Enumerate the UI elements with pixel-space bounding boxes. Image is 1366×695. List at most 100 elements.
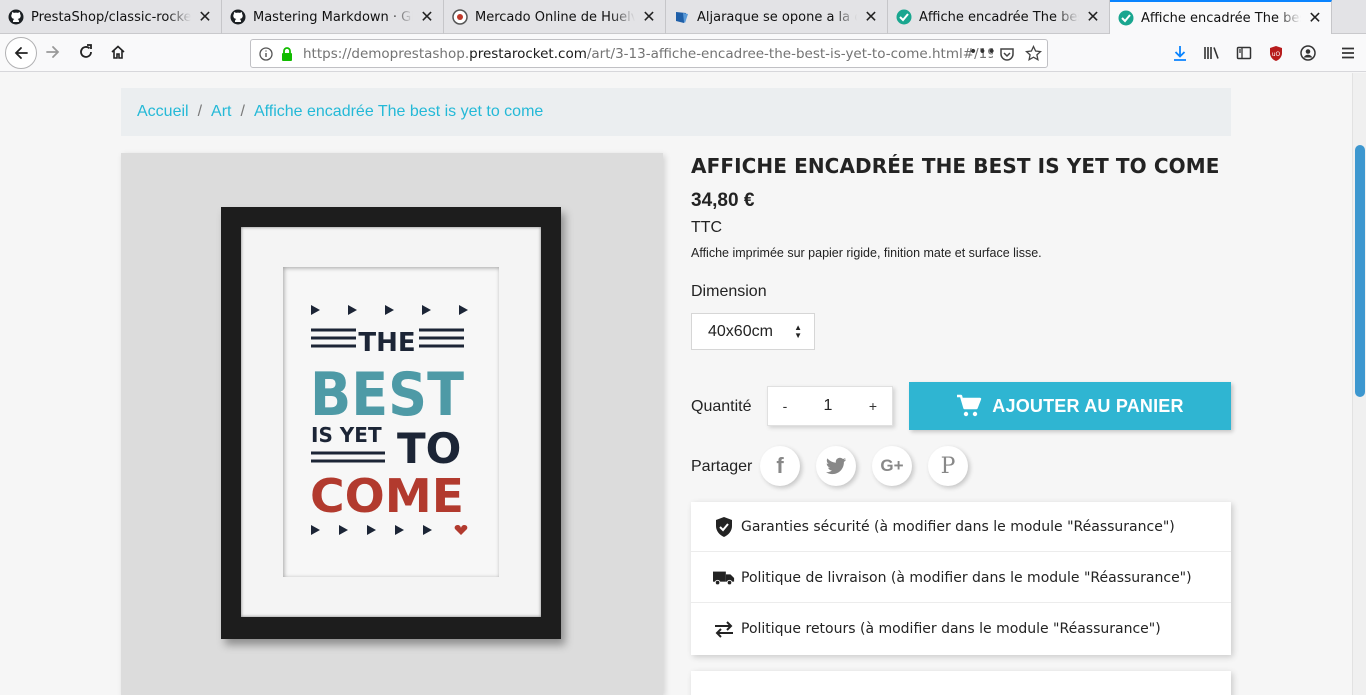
reload-icon	[80, 44, 92, 58]
facebook-share-button[interactable]: f	[760, 446, 800, 486]
info-icon[interactable]	[259, 47, 273, 61]
prestarocket-icon	[896, 9, 912, 25]
breadcrumb-link-home[interactable]: Accueil	[137, 103, 189, 121]
poster-graphic: THE BEST IS YET TO COME	[310, 305, 468, 535]
product-image[interactable]: THE BEST IS YET TO COME	[121, 153, 663, 695]
poster-artwork: THE BEST IS YET TO COME	[283, 267, 499, 577]
arrow-right-icon	[46, 46, 60, 58]
browser-tab[interactable]: Affiche encadrée The best ✕	[888, 0, 1110, 34]
quantity-stepper: - 1 +	[767, 386, 893, 426]
google-plus-share-button[interactable]: G+	[872, 446, 912, 486]
product-tabs-block	[691, 671, 1231, 695]
browser-tab[interactable]: Aljaraque se opone a la c ✕	[666, 0, 888, 34]
close-icon[interactable]: ✕	[863, 9, 879, 25]
page-actions-button[interactable]: •••	[969, 44, 997, 60]
account-button[interactable]	[1293, 38, 1323, 68]
forward-button[interactable]	[38, 37, 68, 67]
prestarocket-icon	[1118, 10, 1134, 26]
url-path: /art/3-13-affiche-encadree-the-best-is-y…	[586, 46, 993, 62]
close-icon[interactable]: ✕	[419, 9, 435, 25]
quantity-increase-button[interactable]: +	[854, 387, 892, 425]
tab-title: PrestaShop/classic-rocket	[31, 9, 191, 25]
reassurance-label: Politique de livraison (à modifier dans …	[741, 569, 1192, 586]
ublock-button[interactable]: uO	[1261, 38, 1291, 68]
breadcrumb-link-product[interactable]: Affiche encadrée The best is yet to come	[254, 103, 543, 121]
navigation-toolbar: https://demoprestashop.prestarocket.com/…	[0, 34, 1366, 72]
home-icon	[111, 45, 125, 59]
google-plus-icon: G+	[880, 456, 904, 475]
scrollbar-thumb[interactable]	[1355, 145, 1365, 397]
close-icon[interactable]: ✕	[197, 9, 213, 25]
github-icon	[230, 9, 246, 25]
svg-text:uO: uO	[1272, 51, 1281, 58]
poster-line-3b: TO	[397, 424, 461, 473]
tax-label: TTC	[691, 219, 723, 236]
url-bar[interactable]: https://demoprestashop.prestarocket.com/…	[250, 39, 1048, 68]
reassurance-item-security: Garanties sécurité (à modifier dans le m…	[691, 502, 1231, 552]
back-button[interactable]	[5, 37, 37, 69]
lock-icon[interactable]	[280, 46, 294, 62]
site-icon	[452, 9, 468, 25]
account-icon	[1300, 45, 1316, 61]
tab-title: Mastering Markdown · GitHub	[253, 9, 413, 25]
reload-button[interactable]	[71, 37, 101, 67]
downloads-button[interactable]	[1165, 38, 1195, 68]
url-host: prestarocket.com	[469, 46, 587, 62]
download-icon	[1174, 46, 1186, 61]
tab-bar: PrestaShop/classic-rocket ✕ Mastering Ma…	[0, 0, 1366, 34]
poster-line-2: BEST	[310, 360, 464, 430]
browser-tab-active[interactable]: Affiche encadrée The best ✕	[1110, 0, 1332, 34]
facebook-icon: f	[776, 453, 784, 478]
home-button[interactable]	[103, 37, 133, 67]
close-icon[interactable]: ✕	[1307, 10, 1323, 26]
tab-title: Aljaraque se opone a la c	[697, 9, 857, 25]
menu-button[interactable]	[1333, 38, 1363, 68]
add-to-cart-label: AJOUTER AU PANIER	[992, 395, 1184, 416]
close-icon[interactable]: ✕	[1085, 9, 1101, 25]
breadcrumb-separator: /	[197, 103, 203, 120]
select-arrows-icon: ▲ ▼	[794, 323, 802, 340]
quantity-decrease-button[interactable]: -	[768, 387, 802, 425]
dimension-selected-value: 40x60cm	[708, 322, 773, 340]
poster-line-1: THE	[358, 328, 415, 358]
shield-check-icon	[713, 516, 735, 538]
breadcrumb-link-category[interactable]: Art	[211, 103, 231, 121]
add-to-cart-button[interactable]: AJOUTER AU PANIER	[909, 382, 1231, 430]
poster-mat: THE BEST IS YET TO COME	[241, 227, 541, 617]
dimension-select[interactable]: 40x60cm ▲ ▼	[691, 313, 815, 350]
browser-tab[interactable]: PrestaShop/classic-rocket ✕	[0, 0, 222, 34]
ublock-shield-icon: uO	[1270, 45, 1282, 61]
close-icon[interactable]: ✕	[641, 9, 657, 25]
pinterest-share-button[interactable]: P	[928, 446, 968, 486]
twitter-share-button[interactable]	[816, 446, 856, 486]
pinterest-icon: P	[940, 453, 956, 479]
quantity-label: Quantité	[691, 398, 752, 415]
browser-tab[interactable]: Mercado Online de Huelva ✕	[444, 0, 666, 34]
reassurance-item-delivery: Politique de livraison (à modifier dans …	[691, 553, 1231, 603]
share-label: Partager	[691, 458, 753, 475]
shopping-cart-icon	[956, 394, 982, 418]
bookmark-star-icon[interactable]	[1025, 45, 1042, 62]
pocket-icon[interactable]	[999, 46, 1015, 62]
product-price: 34,80 €	[691, 190, 755, 211]
tab-title: Affiche encadrée The best	[1141, 10, 1301, 26]
reassurance-item-returns: Politique retours (à modifier dans le mo…	[691, 604, 1231, 654]
library-button[interactable]	[1197, 38, 1227, 68]
browser-tab[interactable]: Mastering Markdown · GitHub ✕	[222, 0, 444, 34]
product-title: AFFICHE ENCADRÉE THE BEST IS YET TO COME	[691, 154, 1220, 178]
hamburger-menu-icon	[1342, 47, 1354, 59]
sidebar-button[interactable]	[1229, 38, 1259, 68]
quantity-input[interactable]: 1	[802, 387, 854, 425]
reassurance-label: Politique retours (à modifier dans le mo…	[741, 621, 1161, 637]
twitter-icon	[826, 457, 846, 475]
truck-icon	[713, 570, 735, 586]
dimension-label: Dimension	[691, 283, 767, 300]
sidebar-icon	[1236, 46, 1252, 60]
tab-title: Affiche encadrée The best	[919, 9, 1079, 25]
poster-line-3a: IS YET	[311, 423, 382, 447]
library-icon	[1204, 47, 1219, 59]
url-text[interactable]: https://demoprestashop.prestarocket.com/…	[303, 46, 993, 62]
page-scrollbar[interactable]	[1352, 73, 1366, 695]
arrow-left-icon	[14, 47, 28, 59]
poster-frame: THE BEST IS YET TO COME	[221, 207, 561, 639]
